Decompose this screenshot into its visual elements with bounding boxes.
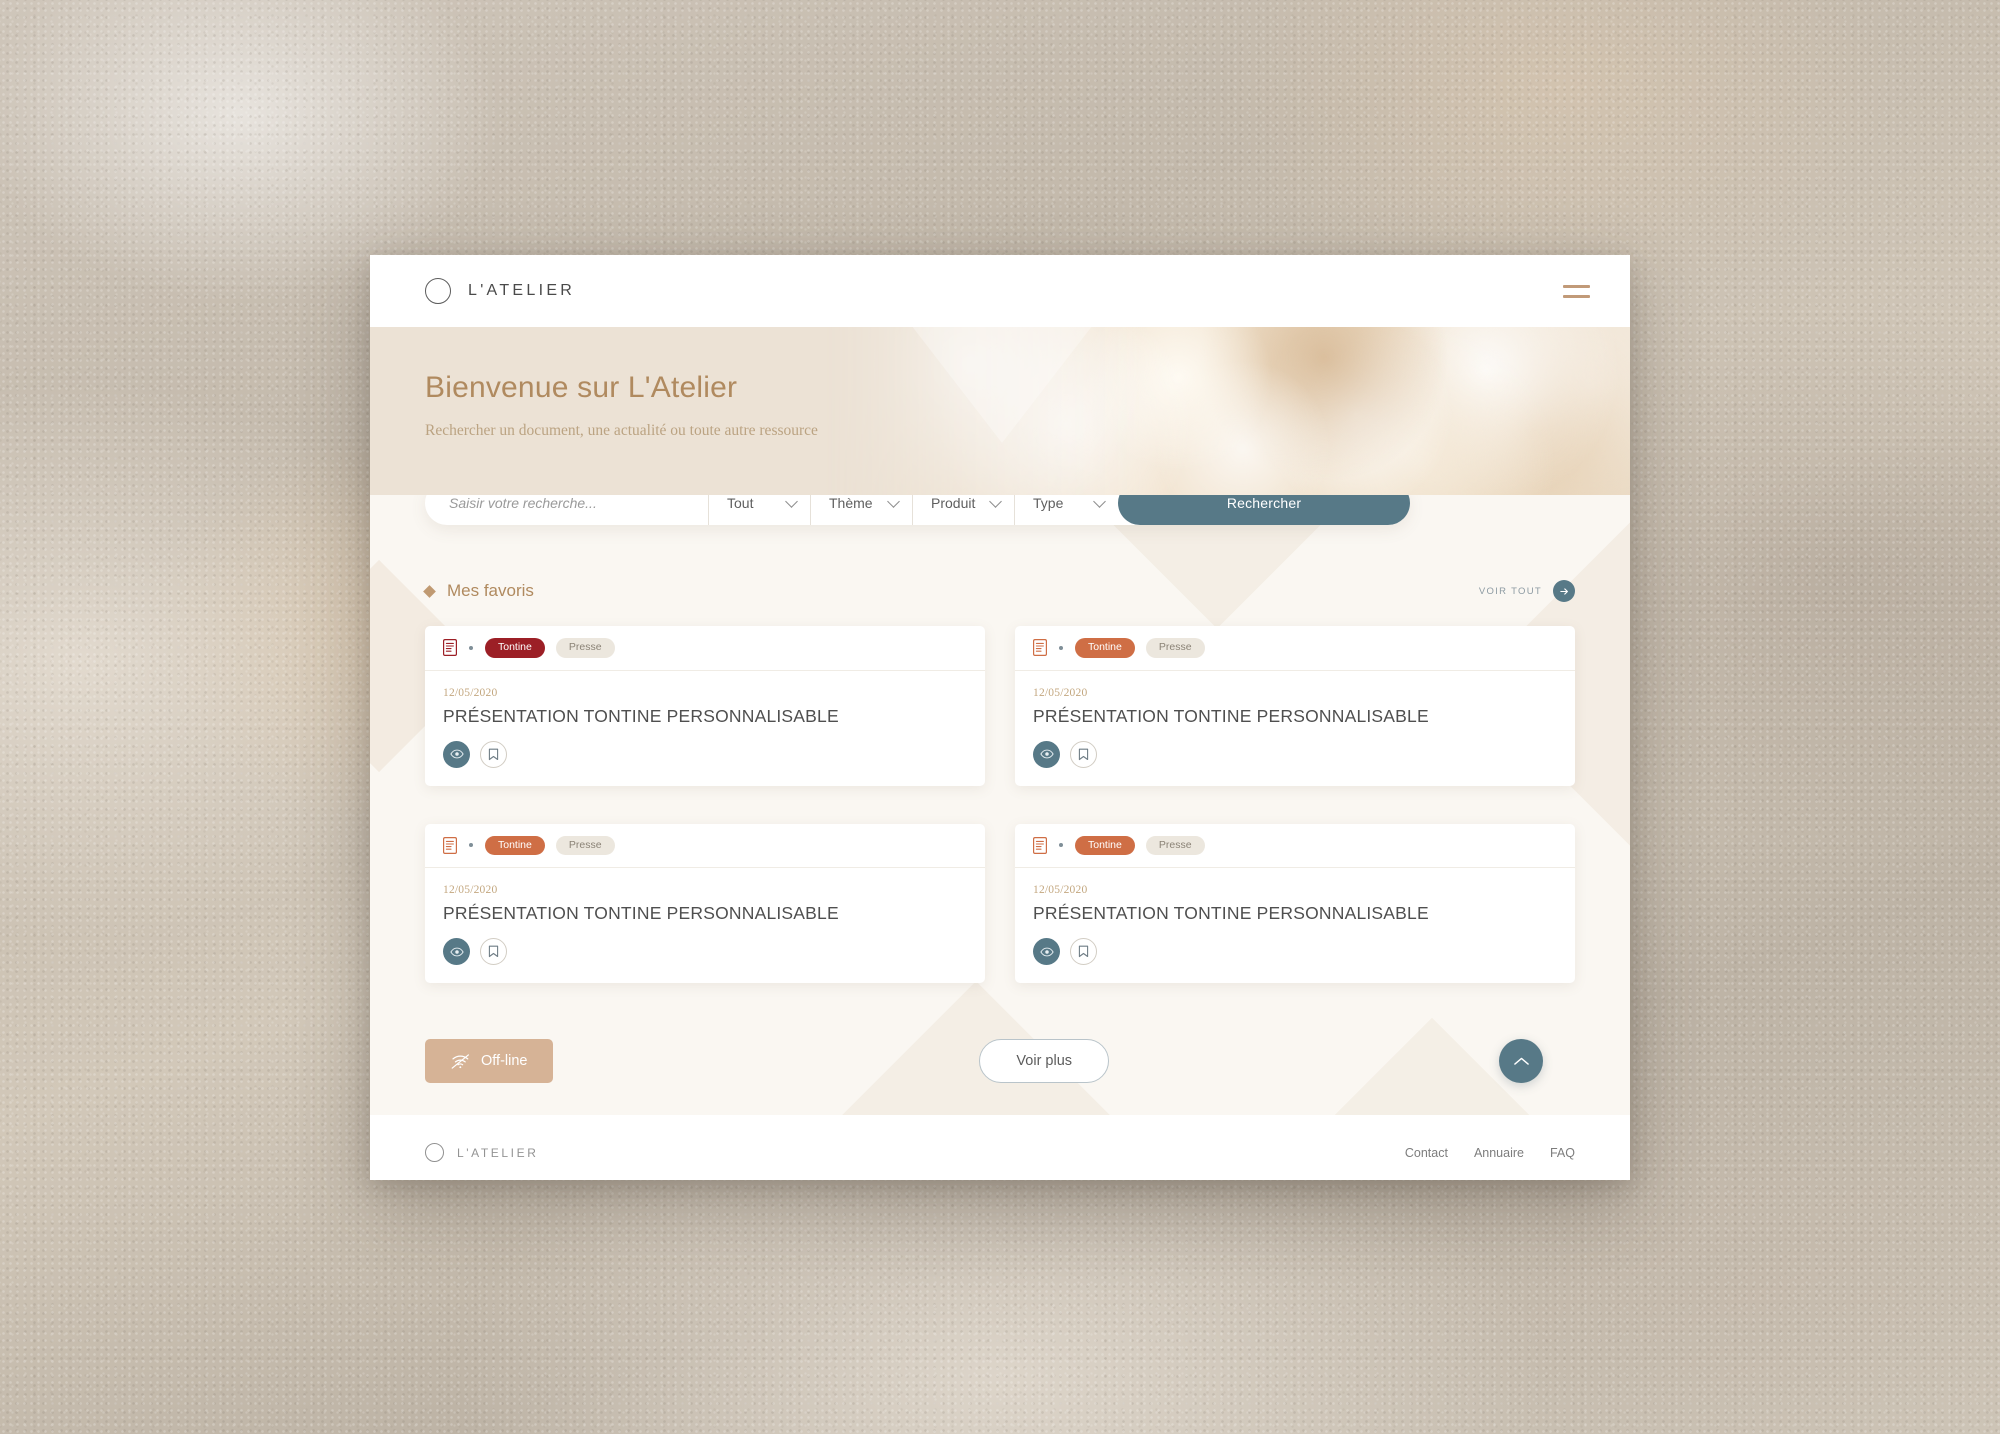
ring-logo-icon bbox=[425, 278, 451, 304]
card-actions bbox=[1033, 740, 1557, 768]
card-date: 12/05/2020 bbox=[443, 686, 498, 699]
filter-label-theme: Thème bbox=[829, 495, 873, 511]
top-navigation-bar: L'ATELIER bbox=[370, 255, 1630, 327]
browser-window: L'ATELIER Bienvenue sur L'Atelier Recher… bbox=[370, 255, 1630, 1180]
document-icon bbox=[1033, 639, 1047, 657]
view-eye-icon[interactable] bbox=[1033, 740, 1060, 768]
favorites-title: Mes favoris bbox=[447, 581, 534, 600]
card-tag-primary[interactable]: Tontine bbox=[1075, 835, 1135, 855]
document-icon bbox=[443, 836, 457, 854]
bottom-actions-row: Off-line Voir plus bbox=[425, 1039, 1575, 1083]
ring-logo-icon bbox=[425, 1143, 444, 1162]
view-eye-icon[interactable] bbox=[443, 740, 470, 768]
filter-select-scope[interactable]: Tout bbox=[708, 495, 810, 525]
card-date: 12/05/2020 bbox=[443, 884, 498, 896]
card-actions bbox=[1033, 938, 1557, 965]
card-header: Tontine Presse bbox=[1015, 626, 1575, 671]
hero-subtitle: Rechercher un document, une actualité ou… bbox=[425, 422, 818, 439]
favorites-card-grid: Tontine Presse 12/05/2020 PRÉSENTATION T… bbox=[425, 626, 1575, 983]
card-tag-primary[interactable]: Tontine bbox=[1075, 638, 1135, 658]
load-more-button[interactable]: Voir plus bbox=[979, 1039, 1110, 1083]
bookmark-icon[interactable] bbox=[480, 740, 507, 768]
search-bar: Tout Thème Produit Type Rechercher bbox=[425, 495, 1410, 525]
chevron-down-icon bbox=[989, 495, 1002, 508]
footer-link-faq[interactable]: FAQ bbox=[1550, 1146, 1575, 1160]
document-icon bbox=[443, 639, 457, 657]
card-tag-secondary[interactable]: Presse bbox=[1145, 638, 1205, 658]
filter-label-scope: Tout bbox=[727, 495, 754, 511]
separator-dot bbox=[469, 843, 473, 848]
hamburger-bar bbox=[1563, 294, 1590, 298]
search-submit-button[interactable]: Rechercher bbox=[1118, 495, 1410, 525]
hamburger-bar bbox=[1563, 284, 1590, 288]
footer-link-annuaire[interactable]: Annuaire bbox=[1474, 1146, 1524, 1160]
card-title[interactable]: PRÉSENTATION TONTINE PERSONNALISABLE bbox=[1033, 706, 1557, 727]
page-footer: L'ATELIER Contact Annuaire FAQ bbox=[370, 1125, 1630, 1180]
hero-banner: Bienvenue sur L'Atelier Rechercher un do… bbox=[370, 327, 1630, 495]
card-title[interactable]: PRÉSENTATION TONTINE PERSONNALISABLE bbox=[1033, 903, 1557, 924]
favorites-section-header: Mes favoris VOIR TOUT bbox=[423, 580, 1575, 602]
search-input[interactable] bbox=[425, 495, 708, 525]
see-all-link[interactable]: VOIR TOUT bbox=[1479, 580, 1575, 602]
card-date: 12/05/2020 bbox=[1033, 884, 1088, 896]
wifi-off-icon bbox=[451, 1053, 469, 1069]
brand-name: L'ATELIER bbox=[468, 282, 576, 299]
filter-label-produit: Produit bbox=[931, 495, 976, 511]
card-body: 12/05/2020 PRÉSENTATION TONTINE PERSONNA… bbox=[1015, 868, 1575, 983]
card-tag-secondary[interactable]: Presse bbox=[555, 638, 615, 658]
hamburger-menu-icon[interactable] bbox=[1563, 284, 1590, 298]
bookmark-icon[interactable] bbox=[1070, 938, 1097, 965]
card-body: 12/05/2020 PRÉSENTATION TONTINE PERSONNA… bbox=[425, 671, 985, 786]
card-tag-primary[interactable]: Tontine bbox=[485, 638, 545, 658]
footer-brand-logo[interactable]: L'ATELIER bbox=[425, 1143, 539, 1162]
card-actions bbox=[443, 938, 967, 965]
separator-dot bbox=[1059, 843, 1063, 848]
view-eye-icon[interactable] bbox=[443, 938, 470, 965]
filter-select-produit[interactable]: Produit bbox=[912, 495, 1014, 525]
hero-title: Bienvenue sur L'Atelier bbox=[425, 371, 738, 404]
chevron-down-icon bbox=[887, 495, 900, 508]
card-title[interactable]: PRÉSENTATION TONTINE PERSONNALISABLE bbox=[443, 706, 967, 727]
card-tag-secondary[interactable]: Presse bbox=[1145, 835, 1205, 855]
card-date: 12/05/2020 bbox=[1033, 686, 1088, 699]
chevron-up-icon bbox=[1513, 1057, 1529, 1065]
filter-select-theme[interactable]: Thème bbox=[810, 495, 912, 525]
separator-dot bbox=[469, 645, 473, 650]
card-title[interactable]: PRÉSENTATION TONTINE PERSONNALISABLE bbox=[443, 903, 967, 924]
favorite-card[interactable]: Tontine Presse 12/05/2020 PRÉSENTATION T… bbox=[425, 626, 985, 786]
arrow-right-icon[interactable] bbox=[1553, 580, 1575, 602]
card-header: Tontine Presse bbox=[1015, 824, 1575, 868]
bookmark-icon[interactable] bbox=[480, 938, 507, 965]
card-tag-primary[interactable]: Tontine bbox=[485, 835, 545, 855]
separator-dot bbox=[1059, 645, 1063, 650]
brand-logo[interactable]: L'ATELIER bbox=[425, 278, 575, 304]
card-header: Tontine Presse bbox=[425, 626, 985, 671]
filter-select-type[interactable]: Type bbox=[1014, 495, 1118, 525]
see-all-label: VOIR TOUT bbox=[1478, 585, 1542, 597]
card-actions bbox=[443, 740, 967, 768]
favorite-card[interactable]: Tontine Presse 12/05/2020 PRÉSENTATION T… bbox=[1015, 626, 1575, 786]
footer-link-contact[interactable]: Contact bbox=[1405, 1146, 1448, 1160]
filter-label-type: Type bbox=[1033, 495, 1064, 511]
document-icon bbox=[1033, 836, 1047, 854]
favorite-card[interactable]: Tontine Presse 12/05/2020 PRÉSENTATION T… bbox=[1015, 823, 1575, 983]
main-content: Tout Thème Produit Type Rechercher Mes f… bbox=[370, 495, 1630, 1115]
card-body: 12/05/2020 PRÉSENTATION TONTINE PERSONNA… bbox=[1015, 671, 1575, 786]
view-eye-icon[interactable] bbox=[1033, 938, 1060, 965]
footer-brand-name: L'ATELIER bbox=[457, 1145, 539, 1160]
card-tag-secondary[interactable]: Presse bbox=[555, 835, 615, 855]
footer-links: Contact Annuaire FAQ bbox=[1405, 1146, 1575, 1160]
diamond-bullet-icon bbox=[423, 584, 436, 598]
chevron-down-icon bbox=[1093, 495, 1106, 508]
bookmark-icon[interactable] bbox=[1070, 740, 1097, 768]
card-header: Tontine Presse bbox=[425, 824, 985, 868]
scroll-to-top-button[interactable] bbox=[1499, 1039, 1543, 1083]
chevron-down-icon bbox=[785, 495, 798, 508]
favorite-card[interactable]: Tontine Presse 12/05/2020 PRÉSENTATION T… bbox=[425, 823, 985, 983]
card-body: 12/05/2020 PRÉSENTATION TONTINE PERSONNA… bbox=[425, 868, 985, 983]
